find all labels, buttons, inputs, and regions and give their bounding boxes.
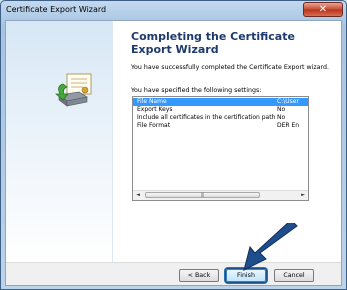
certificate-export-wizard-window: Certificate Export Wizard ✕ Completing t bbox=[0, 0, 347, 290]
setting-name: Export Keys bbox=[137, 106, 173, 113]
setting-name: Include all certificates in the certific… bbox=[137, 114, 276, 121]
scroll-right-icon[interactable]: ► bbox=[299, 192, 307, 199]
list-item[interactable]: File Name C:\User bbox=[133, 98, 308, 106]
wizard-side-panel bbox=[6, 21, 113, 262]
title-bar[interactable]: Certificate Export Wizard ✕ bbox=[1, 1, 346, 21]
setting-name: File Format bbox=[137, 122, 171, 129]
setting-value: C:\User bbox=[277, 98, 299, 105]
back-button[interactable]: < Back bbox=[179, 269, 219, 282]
window-title: Certificate Export Wizard bbox=[6, 5, 107, 14]
horizontal-scrollbar[interactable]: ◄ ||| ► bbox=[133, 190, 308, 200]
page-title: Completing the Certificate Export Wizard bbox=[131, 30, 295, 56]
certificate-icon bbox=[55, 73, 92, 107]
list-item[interactable]: File Format DER En bbox=[133, 122, 308, 130]
setting-value: DER En bbox=[277, 122, 300, 129]
completion-message: You have successfully completed the Cert… bbox=[131, 64, 329, 71]
setting-name: File Name bbox=[137, 98, 167, 105]
setting-value: No bbox=[277, 114, 286, 121]
setting-value: No bbox=[277, 106, 286, 113]
list-item[interactable]: Export Keys No bbox=[133, 106, 308, 114]
list-item[interactable]: Include all certificates in the certific… bbox=[133, 114, 308, 122]
settings-label: You have specified the following setting… bbox=[131, 87, 262, 94]
scrollbar-thumb[interactable]: ||| bbox=[145, 192, 260, 198]
settings-list[interactable]: File Name C:\User Export Keys No Include… bbox=[132, 96, 309, 201]
scroll-left-icon[interactable]: ◄ bbox=[134, 192, 142, 199]
close-button[interactable]: ✕ bbox=[303, 2, 343, 17]
close-icon: ✕ bbox=[318, 4, 328, 15]
arrow-icon bbox=[243, 223, 298, 271]
